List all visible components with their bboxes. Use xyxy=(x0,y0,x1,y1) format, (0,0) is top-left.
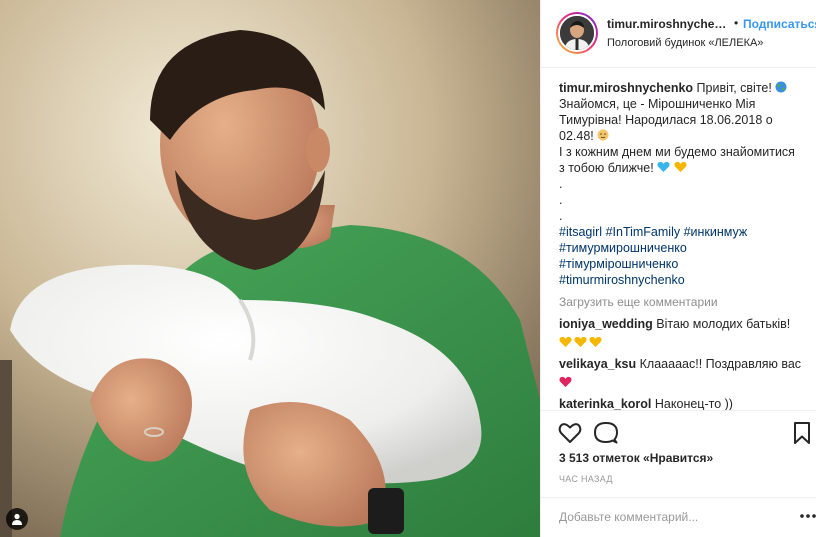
caption-dot: . xyxy=(559,177,563,191)
comment-username[interactable]: velikaya_ksu xyxy=(559,357,636,371)
comment-text: Наконец-то )) xyxy=(654,397,733,411)
add-comment-input[interactable] xyxy=(559,507,779,527)
caption-dot: . xyxy=(559,209,563,223)
globe-emoji-icon xyxy=(775,81,787,93)
post-header: timur.miroshnychen... • Подписаться Поло… xyxy=(541,0,816,68)
hashtag-link[interactable]: #инкинмуж xyxy=(684,225,748,239)
photo-illustration xyxy=(0,0,540,537)
caption-text-line: Тимурівна! Народилася 18.06.2018 о xyxy=(559,113,773,127)
heart-icon[interactable] xyxy=(557,420,583,446)
comment-item: ioniya_wedding Вітаю молодих батьків! xyxy=(559,316,805,350)
user-tag-button[interactable] xyxy=(6,508,28,530)
blue-heart-icon xyxy=(657,161,670,172)
caption-dot: . xyxy=(559,193,563,207)
hashtag-link[interactable]: #InTimFamily xyxy=(606,225,681,239)
comment-item: velikaya_ksu Клааааас!! Поздравляю вас xyxy=(559,356,805,390)
yellow-heart-icon xyxy=(674,161,687,172)
baby-emoji-icon xyxy=(597,129,609,141)
comment-bubble-icon[interactable] xyxy=(593,420,619,446)
profile-avatar[interactable] xyxy=(556,12,598,54)
caption-text-line: 02.48! xyxy=(559,129,594,143)
post-sidebar: timur.miroshnychen... • Подписаться Поло… xyxy=(540,0,816,537)
bookmark-icon[interactable] xyxy=(789,420,815,446)
likes-count[interactable]: 3 513 отметок «Нравится» xyxy=(559,451,713,465)
hashtag-link[interactable]: #timurmiroshnychenko xyxy=(559,272,805,288)
more-options-icon[interactable] xyxy=(799,509,816,523)
load-more-comments-button[interactable]: Загрузить еще комментарии xyxy=(559,294,805,310)
comment-text: Клааааас!! Поздравляю вас xyxy=(639,357,802,371)
hashtag-link[interactable]: #тимурмирошниченко xyxy=(559,240,805,256)
caption-text-line: Знайомся, це - Мірошниченко Мія xyxy=(559,97,756,111)
hashtag-link[interactable]: #тімурмірошниченко xyxy=(559,256,805,272)
avatar-image xyxy=(560,16,594,50)
red-heart-icon xyxy=(559,376,572,387)
caption-username[interactable]: timur.miroshnychenko xyxy=(559,81,693,95)
yellow-heart-icon xyxy=(559,336,572,347)
yellow-heart-icon xyxy=(574,336,587,347)
header-username[interactable]: timur.miroshnychen... xyxy=(607,17,731,31)
comment-username[interactable]: ioniya_wedding xyxy=(559,317,653,331)
post-timestamp[interactable]: час назад xyxy=(559,474,613,484)
header-separator: • xyxy=(734,16,739,30)
comment-username[interactable]: katerinka_korol xyxy=(559,397,651,411)
caption-text-line: Привіт, світе! xyxy=(696,81,772,95)
comment-text: Вітаю молодих батьків! xyxy=(656,317,791,331)
post-actions: 3 513 отметок «Нравится» час назад xyxy=(541,410,816,510)
location-link[interactable]: Пологовий будинок «ЛЕЛЕКА» xyxy=(607,37,763,49)
add-comment-bar xyxy=(541,497,816,537)
hashtag-link[interactable]: #itsagirl xyxy=(559,225,602,239)
user-tag-icon xyxy=(12,513,22,525)
post-caption: timur.miroshnychenko Привіт, світе! Знай… xyxy=(559,80,805,288)
caption-text-line: з тобою ближче! xyxy=(559,161,654,175)
comments-list: timur.miroshnychenko Привіт, світе! Знай… xyxy=(559,80,805,412)
yellow-heart-icon xyxy=(589,336,602,347)
caption-text-line: І з кожним днем ми будемо знайомитися xyxy=(559,145,795,159)
post-photo[interactable] xyxy=(0,0,540,537)
follow-button[interactable]: Подписаться xyxy=(743,17,816,31)
